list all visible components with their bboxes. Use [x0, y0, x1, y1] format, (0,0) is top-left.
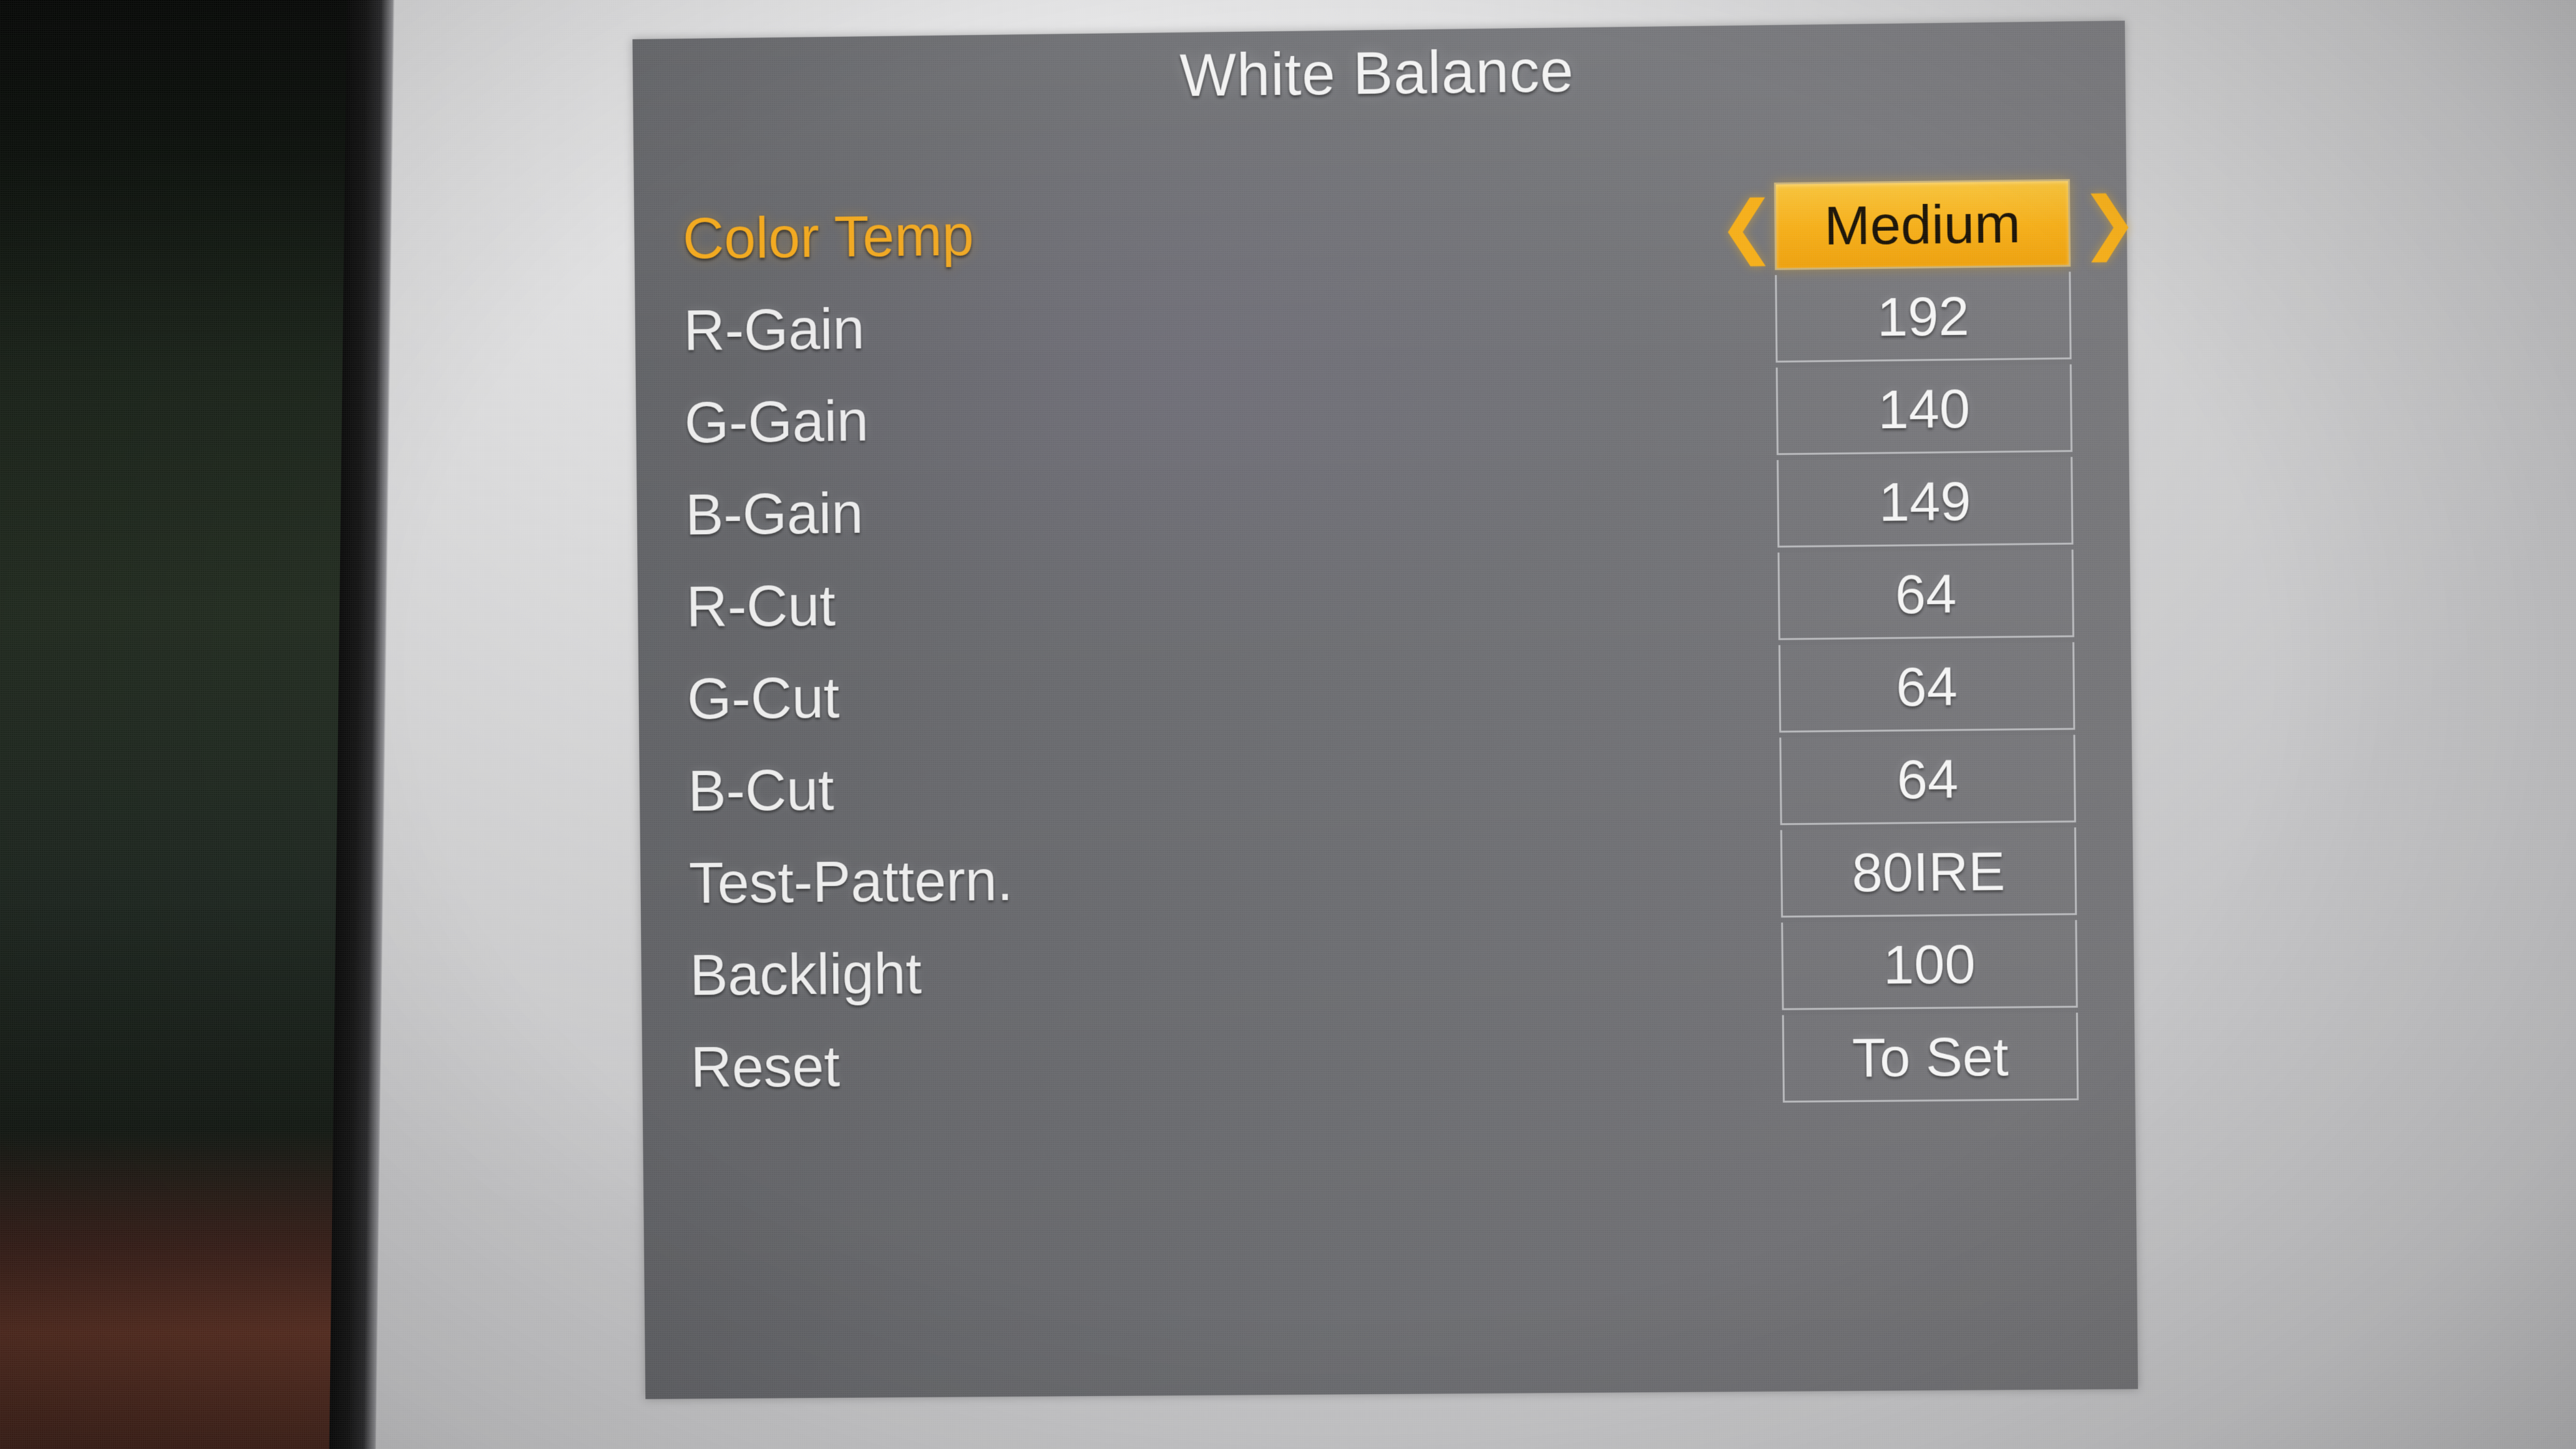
setting-row[interactable]: Backlight 100: [641, 917, 2134, 1022]
setting-value[interactable]: 64: [1779, 734, 2076, 826]
setting-row[interactable]: Reset To Set: [642, 1010, 2135, 1114]
setting-label: Color Temp: [682, 203, 975, 271]
setting-value[interactable]: 100: [1781, 920, 2078, 1010]
setting-value[interactable]: 140: [1775, 364, 2073, 456]
setting-value[interactable]: 80IRE: [1780, 827, 2077, 918]
setting-row[interactable]: Color Temp ❮ ❯ Medium: [634, 176, 2139, 286]
setting-row[interactable]: G-Cut 64: [638, 639, 2132, 746]
setting-row[interactable]: R-Gain 192: [635, 268, 2128, 378]
setting-label: R-Gain: [683, 297, 865, 363]
setting-row[interactable]: B-Gain 149: [637, 454, 2130, 562]
setting-value[interactable]: Medium: [1773, 178, 2071, 270]
settings-list: Color Temp ❮ ❯ Medium R-Gain 192 G-Gain 140 B-Ga…: [634, 176, 2139, 1115]
chevron-left-icon[interactable]: ❮: [1718, 188, 1777, 265]
setting-label: Reset: [690, 1035, 841, 1100]
setting-row[interactable]: Test-Pattern. 80IRE: [640, 824, 2134, 930]
setting-label: R-Cut: [686, 573, 836, 640]
setting-label: Test-Pattern.: [688, 849, 1013, 915]
page-title: White Balance: [1179, 37, 1574, 109]
setting-row[interactable]: B-Cut 64: [639, 732, 2132, 838]
setting-value[interactable]: 149: [1777, 457, 2074, 548]
setting-label: Backlight: [689, 942, 922, 1008]
photo-of-tv-screen: White Balance Color Temp ❮ ❯ Medium R-Gain 19…: [0, 0, 2576, 1449]
setting-label: G-Cut: [686, 666, 840, 731]
setting-label: B-Cut: [688, 758, 834, 824]
setting-value[interactable]: 64: [1778, 642, 2076, 733]
dark-offscreen-area: [0, 0, 375, 1449]
setting-value[interactable]: 64: [1777, 549, 2074, 640]
setting-value[interactable]: To Set: [1782, 1012, 2079, 1103]
setting-row[interactable]: G-Gain 140: [636, 361, 2129, 470]
setting-value[interactable]: 192: [1775, 271, 2072, 363]
setting-row[interactable]: R-Cut 64: [638, 547, 2131, 654]
white-balance-osd-panel: White Balance Color Temp ❮ ❯ Medium R-Gain 19…: [632, 21, 2139, 1400]
setting-label: G-Gain: [684, 389, 869, 455]
setting-label: B-Gain: [685, 481, 864, 547]
chevron-right-icon[interactable]: ❯: [2080, 183, 2139, 261]
